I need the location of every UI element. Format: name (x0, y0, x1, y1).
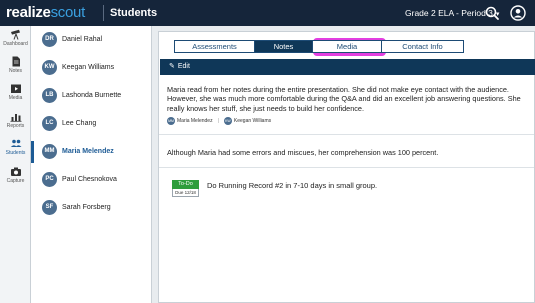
avatar: LC (42, 116, 57, 131)
rail-item-reports[interactable]: Reports (0, 111, 31, 129)
avatar: MM (42, 144, 57, 159)
camera-icon (10, 167, 21, 176)
student-name: Maria Melendez (62, 148, 114, 155)
edit-label: Edit (177, 63, 190, 70)
avatar: SF (42, 200, 57, 215)
app-logo[interactable]: realizescout (6, 4, 85, 21)
tag-student-name[interactable]: Keegan Williams (234, 118, 271, 124)
class-selector-label: Grade 2 ELA - Period 3 (405, 8, 493, 18)
logo-realize: realize (6, 4, 51, 21)
note-tags: MM Maria Melendez | KW Keegan Williams (167, 116, 276, 125)
tag-divider: | (217, 117, 219, 124)
rail-item-media[interactable]: Media (0, 83, 31, 101)
note-text: Although Maria had some errors and miscu… (167, 148, 439, 157)
note-text: Maria read from her notes during the ent… (167, 85, 521, 113)
tab-bar: Assessments Notes Media Contact Info (174, 40, 464, 53)
todo-due-date: Due 12/18 (172, 189, 199, 197)
tab-notes[interactable]: Notes (255, 40, 313, 53)
top-bar: realizescout Students Grade 2 ELA - Peri… (0, 0, 535, 26)
student-name: Daniel Rahal (62, 36, 103, 43)
document-icon (12, 56, 20, 67)
bar-chart-icon (10, 114, 21, 122)
avatar: DR (42, 32, 57, 47)
student-list: DR Daniel Rahal KW Keegan Williams LB La… (31, 26, 152, 303)
rail-item-capture[interactable]: Capture (0, 166, 31, 184)
avatar: MM (167, 116, 175, 125)
avatar: LB (42, 88, 57, 103)
rail-label: Reports (6, 123, 25, 129)
rail-label: Capture (6, 178, 25, 184)
divider (159, 167, 534, 168)
rail-item-dashboard[interactable]: Dashboard (0, 29, 31, 47)
edit-bar[interactable]: ✎ Edit (160, 59, 535, 75)
list-item[interactable]: KW Keegan Williams (31, 54, 152, 82)
student-name: Paul Chesnokova (62, 176, 117, 183)
list-item[interactable]: DR Daniel Rahal (31, 26, 152, 54)
tab-media[interactable]: Media (313, 40, 382, 53)
avatar: KW (223, 116, 232, 125)
nav-rail: Dashboard Notes Media Reports Students C… (0, 26, 31, 303)
todo-badge: To-Do (172, 180, 199, 189)
student-detail-panel: Assessments Notes Media Contact Info ✎ Ed… (158, 31, 535, 303)
header-divider (103, 5, 104, 21)
rail-label: Notes (8, 68, 23, 74)
user-icon[interactable] (510, 5, 526, 21)
divider (159, 134, 534, 135)
telescope-icon (10, 29, 20, 40)
rail-label: Media (8, 95, 23, 101)
rail-label: Dashboard (3, 41, 28, 47)
list-item[interactable]: SF Sarah Forsberg (31, 194, 152, 222)
people-icon (10, 139, 21, 147)
rail-item-notes[interactable]: Notes (0, 56, 31, 74)
page-title: Students (110, 7, 158, 19)
list-item-selected[interactable]: MM Maria Melendez (31, 138, 152, 166)
logo-scout: scout (50, 4, 86, 21)
todo-text: Do Running Record #2 in 7-10 days in sma… (207, 181, 378, 190)
student-name: Lee Chang (62, 120, 97, 127)
list-item[interactable]: LC Lee Chang (31, 110, 152, 138)
tab-assessments[interactable]: Assessments (174, 40, 255, 53)
tab-contact-info[interactable]: Contact Info (382, 40, 464, 53)
list-item[interactable]: LB Lashonda Burnette (31, 82, 152, 110)
pencil-icon: ✎ (169, 63, 175, 70)
media-icon (10, 84, 21, 93)
rail-item-students[interactable]: Students (0, 138, 31, 156)
student-name: Sarah Forsberg (62, 204, 111, 211)
tag-student-name[interactable]: Maria Melendez (177, 118, 213, 124)
search-icon[interactable] (484, 5, 500, 21)
todo-badge-group[interactable]: To-Do Due 12/18 (172, 180, 199, 197)
avatar: KW (42, 60, 57, 75)
avatar: PC (42, 172, 57, 187)
rail-label: Students (5, 150, 26, 156)
student-name: Keegan Williams (62, 64, 115, 71)
student-name: Lashonda Burnette (62, 92, 122, 99)
list-item[interactable]: PC Paul Chesnokova (31, 166, 152, 194)
